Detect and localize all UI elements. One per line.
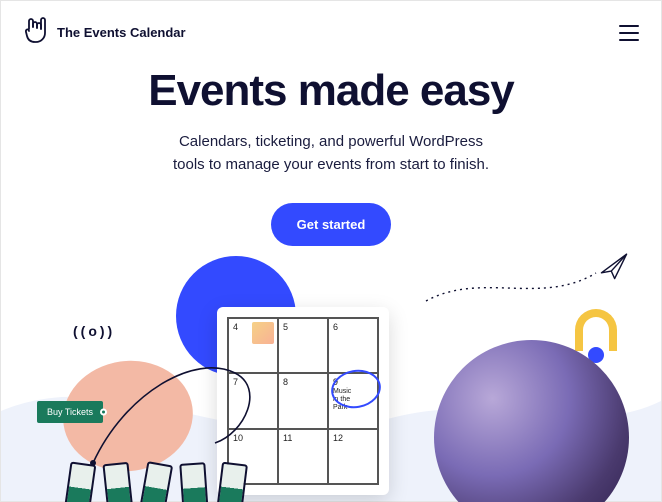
ticket-icon [179,462,208,502]
tickets-illustration [67,463,245,502]
hero-illustration: ((o)) Buy Tickets 4 5 6 7 8 9 Music in t… [1,261,661,501]
site-header: The Events Calendar [1,1,661,60]
broadcast-icon: ((o)) [73,323,115,339]
get-started-button[interactable]: Get started [271,203,392,246]
hero-title: Events made easy [41,66,621,116]
hero: Events made easy Calendars, ticketing, a… [1,60,661,246]
calendar-cell: 8 [278,373,328,428]
calendar-cell: 4 [228,318,278,373]
calendar-cell: 5 [278,318,328,373]
calendar-cell: 6 [328,318,378,373]
ticket-icon [216,462,248,502]
ticket-icon [102,462,133,502]
ticket-icon [139,461,173,502]
thumbnail-icon [252,322,274,344]
calendar-cell: 7 [228,373,278,428]
hero-subtitle: Calendars, ticketing, and powerful WordP… [41,130,621,177]
brand[interactable]: The Events Calendar [23,15,186,50]
ticket-icon [64,461,97,502]
calendar-cell: 9 Music in the Park [328,373,378,428]
calendar-cell: 12 [328,429,378,484]
hamburger-menu-icon[interactable] [619,25,639,41]
badge-dot [100,409,107,416]
brand-name: The Events Calendar [57,25,186,40]
paper-plane-icon [421,251,641,311]
calendar-cell: 11 [278,429,328,484]
people-photo [434,340,629,502]
buy-tickets-badge[interactable]: Buy Tickets [37,401,103,423]
rock-hand-icon [23,15,49,50]
